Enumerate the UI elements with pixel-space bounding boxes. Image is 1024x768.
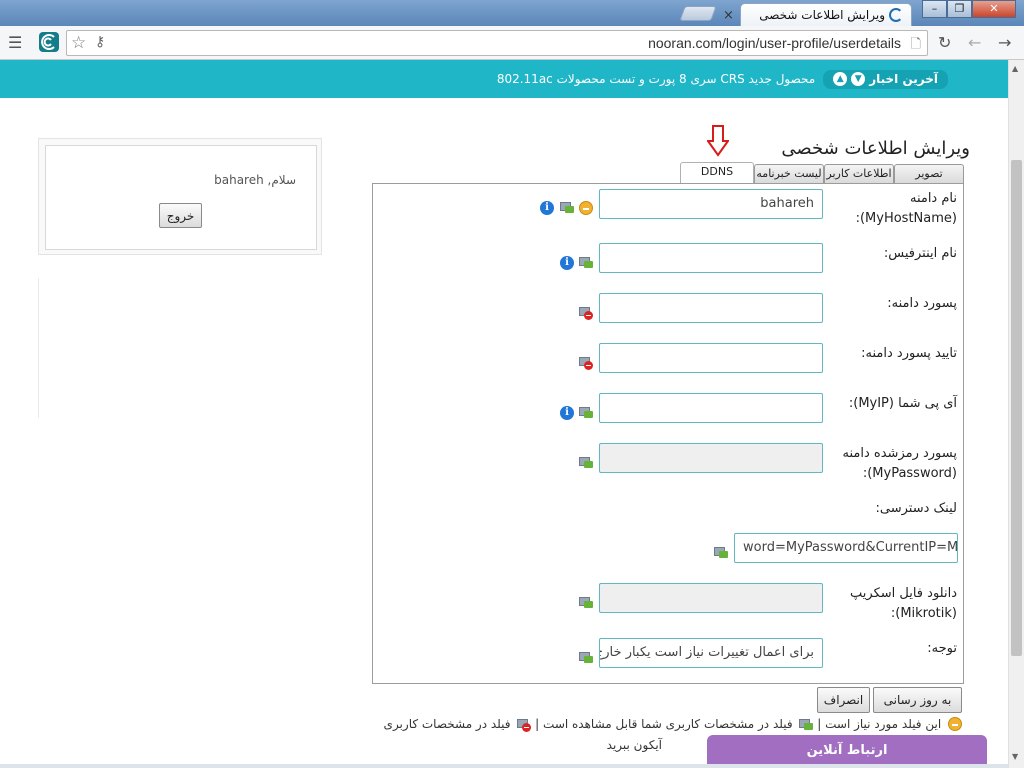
legend-visible: فیلد در مشخصات کاربری شما قابل مشاهده اس… (535, 717, 793, 731)
visible-field-icon (799, 717, 814, 731)
minimize-icon[interactable]: – (922, 0, 947, 18)
myip-input[interactable] (599, 393, 823, 423)
script-download-label: دانلود فایل اسکریپ (Mikrotik): (850, 586, 957, 621)
visible-field-icon[interactable] (579, 255, 593, 269)
profile-tabs: تصویر اطلاعات کاربر لیست خبرنامه DDNS (680, 162, 966, 185)
greeting-text: سلام, bahareh (214, 173, 296, 187)
hidden-field-icon[interactable] (579, 355, 593, 370)
required-icon (948, 717, 962, 731)
hidden-field-icon[interactable] (579, 305, 593, 320)
page-scrollbar[interactable]: ▲ ▼ (1008, 60, 1024, 768)
reload-icon[interactable]: ↻ (938, 34, 951, 52)
menu-icon[interactable]: ☰ (8, 34, 22, 52)
page-title: ویرایش اطلاعات شخصی (781, 138, 970, 159)
address-bar[interactable]: ☆ ⚷ nooran.com/login/user-profile/userde… (66, 30, 928, 56)
access-link-label: لینک دسترسی: (875, 501, 957, 516)
hostname-input[interactable]: bahareh (599, 189, 823, 219)
encrypted-password-input[interactable] (599, 443, 823, 473)
note-input: برای اعمال تغییرات نیاز است یکبار خارج (599, 638, 823, 668)
tab-close-icon[interactable]: × (723, 8, 734, 23)
bookmark-star-icon[interactable]: ☆ (71, 33, 86, 53)
legend-hidden: فیلد در مشخصات کاربری (383, 717, 511, 731)
news-up-icon[interactable]: ▲ (833, 71, 848, 86)
news-headline[interactable]: محصول جدید CRS سری 8 پورت و تست محصولات … (497, 72, 815, 86)
news-bar: آخرین اخبار ▼ ▲ محصول جدید CRS سری 8 پور… (0, 60, 1008, 98)
access-link-input[interactable]: word=MyPassword&CurrentIP=MyIP (734, 533, 958, 563)
required-icon (579, 201, 593, 215)
tab-title: ویرایش اطلاعات شخصی (759, 8, 885, 22)
note-label: توجه: (927, 641, 957, 656)
forward-icon[interactable]: → (998, 34, 1011, 52)
visible-field-icon[interactable] (714, 545, 728, 559)
tab-ddns[interactable]: DDNS (680, 162, 754, 185)
visible-field-icon[interactable] (560, 200, 574, 214)
scroll-down-icon[interactable]: ▼ (1012, 752, 1018, 761)
news-down-icon[interactable]: ▼ (851, 71, 866, 86)
script-download-input[interactable] (599, 583, 823, 613)
interface-input[interactable] (599, 243, 823, 273)
hidden-field-icon (517, 717, 532, 732)
update-button[interactable]: به روز رسانی (873, 687, 962, 713)
browser-tab[interactable]: ویرایش اطلاعات شخصی × (723, 3, 912, 26)
domain-password-input[interactable] (599, 293, 823, 323)
page-icon: 🗋 (910, 37, 921, 52)
domain-password-label: پسورد دامنه: (887, 296, 957, 311)
visible-field-icon[interactable] (579, 595, 593, 609)
scroll-up-icon[interactable]: ▲ (1012, 64, 1018, 73)
tab-newsletter[interactable]: لیست خبرنامه (754, 164, 824, 184)
visible-field-icon[interactable] (579, 405, 593, 419)
logout-button[interactable]: خروج (159, 203, 202, 228)
visible-field-icon[interactable] (579, 650, 593, 664)
bottom-strip (0, 764, 1008, 768)
interface-label: نام اینترفیس: (883, 246, 957, 261)
site-logo-icon[interactable] (38, 31, 60, 57)
tab-user-info[interactable]: اطلاعات کاربر (824, 164, 894, 184)
info-icon[interactable]: i (560, 406, 574, 420)
browser-titlebar: ویرایش اطلاعات شخصی × – ❐ ✕ (0, 0, 1024, 26)
encrypted-password-label: پسورد رمزشده دامنه (MyPassword): (842, 446, 957, 481)
confirm-password-input[interactable] (599, 343, 823, 373)
news-label: آخرین اخبار ▼ ▲ (823, 69, 948, 89)
cancel-button[interactable]: انصراف (817, 687, 870, 713)
myip-label: آی پی شما (MyIP): (848, 396, 957, 411)
browser-toolbar: ☰ ☆ ⚷ nooran.com/login/user-profile/user… (0, 26, 1024, 60)
window-close-icon[interactable]: ✕ (972, 0, 1016, 18)
window-controls: – ❐ ✕ (922, 0, 1016, 18)
info-icon[interactable]: i (540, 201, 554, 215)
back-icon[interactable]: ← (968, 34, 981, 52)
new-tab-button[interactable] (679, 6, 717, 21)
visible-field-icon[interactable] (579, 455, 593, 469)
hostname-label: نام دامنه (MyHostName): (855, 191, 957, 226)
loading-icon (889, 8, 903, 22)
key-icon[interactable]: ⚷ (95, 34, 105, 50)
legend-hidden-continued: آیکون ببرید (606, 738, 662, 752)
info-icon[interactable]: i (560, 256, 574, 270)
legend-required: این فیلد مورد نیاز است | (817, 717, 942, 731)
url-text: nooran.com/login/user-profile/userdetail… (648, 35, 901, 51)
scroll-thumb[interactable] (1011, 160, 1022, 656)
confirm-password-label: تایید پسورد دامنه: (861, 346, 957, 361)
maximize-icon[interactable]: ❐ (947, 0, 972, 18)
ddns-form-panel: نام دامنه (MyHostName): bahareh i نام ای… (372, 183, 964, 684)
sidebar-divider (38, 278, 39, 418)
user-box: سلام, bahareh خروج (38, 138, 322, 255)
tab-picture[interactable]: تصویر (894, 164, 964, 184)
red-arrow-icon (707, 125, 729, 157)
